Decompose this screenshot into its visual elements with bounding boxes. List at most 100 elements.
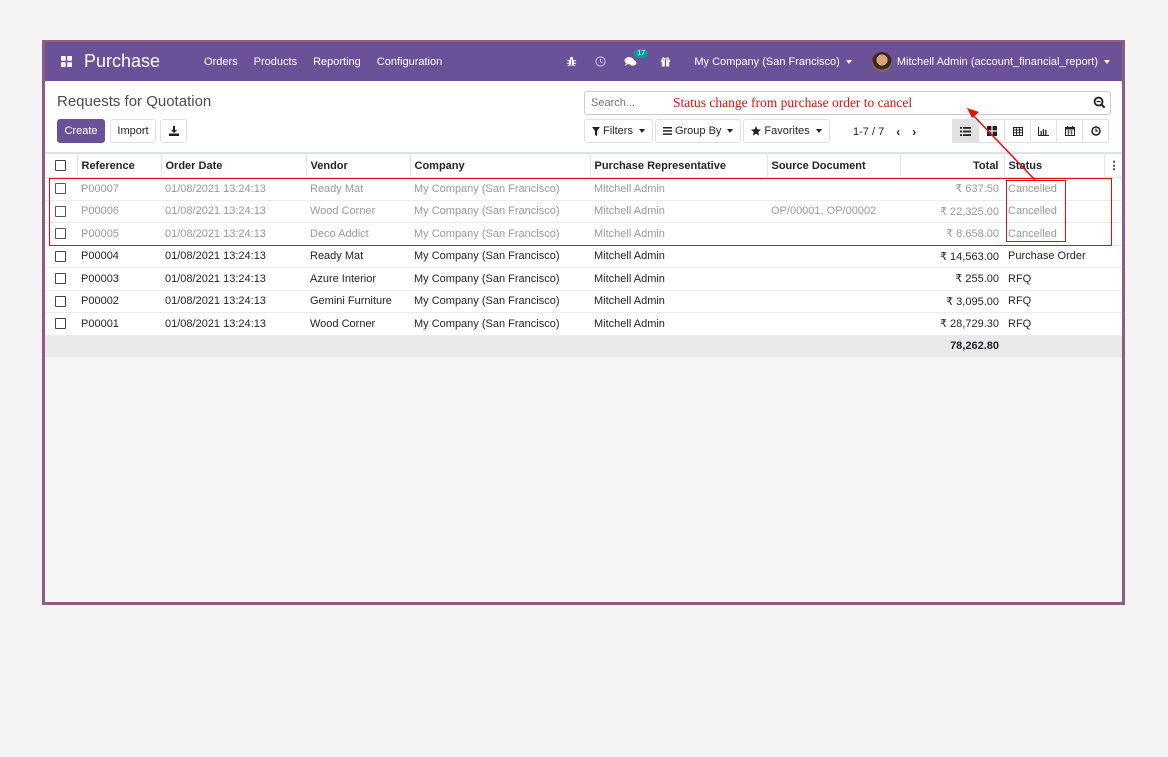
row-checkbox[interactable]	[55, 183, 66, 195]
row-checkbox[interactable]	[55, 295, 66, 307]
export-button[interactable]	[160, 119, 187, 143]
menu-orders[interactable]: Orders	[204, 56, 238, 68]
list-icon	[960, 126, 971, 136]
cell-status: RFQ	[1004, 267, 1104, 291]
footer-spacer	[1004, 335, 1122, 357]
table-row[interactable]: P00001 01/08/2021 13:24:13 Wood Corner My C…	[45, 312, 1122, 336]
cell-company: My Company (San Francisco)	[410, 222, 590, 246]
cell-status: RFQ	[1004, 312, 1104, 336]
group-by-dropdown[interactable]: Group By	[654, 119, 742, 143]
search-bar[interactable]: Status change from purchase order to can…	[584, 91, 1111, 115]
favorites-dropdown[interactable]: Favorites	[743, 119, 830, 143]
table-row[interactable]: P00003 01/08/2021 13:24:13 Azure Interior M…	[45, 267, 1122, 291]
table-icon	[1012, 126, 1023, 136]
row-checkbox-cell	[45, 222, 77, 246]
row-checkbox[interactable]	[55, 318, 66, 330]
cell-representative: Mitchell Admin	[590, 312, 767, 336]
list-view-button[interactable]	[952, 119, 979, 143]
create-button[interactable]: Create	[57, 119, 105, 143]
pivot-view-button[interactable]	[1004, 119, 1031, 143]
graph-view-button[interactable]	[1030, 119, 1057, 143]
star-icon	[751, 126, 762, 136]
cell-reference: P00003	[77, 267, 161, 291]
top-navbar: Purchase Orders Products Reporting Confi…	[45, 42, 1122, 81]
cell-reference: P00001	[77, 312, 161, 336]
pager-value[interactable]: 1-7 / 7	[853, 126, 884, 138]
calendar-view-button[interactable]	[1056, 119, 1083, 143]
column-settings[interactable]: ⋮	[1104, 153, 1122, 178]
page-title: Requests for Quotation	[57, 93, 212, 110]
column-reference[interactable]: Reference	[77, 153, 162, 178]
column-total[interactable]: Total	[900, 153, 1005, 178]
column-source-document[interactable]: Source Document	[767, 153, 901, 178]
cell-source-document	[767, 290, 900, 313]
search-input[interactable]	[585, 97, 665, 109]
search-options: Filters Group By Favorites	[584, 119, 832, 143]
row-checkbox[interactable]	[55, 205, 66, 217]
chevron-left-icon[interactable]: ‹	[896, 125, 900, 139]
cell-representative: Mitchell Admin	[590, 177, 767, 201]
column-order-date[interactable]: Order Date	[161, 153, 307, 178]
table-row[interactable]: P00005 01/08/2021 13:24:13 Deco Addict My C…	[45, 222, 1122, 246]
company-switcher[interactable]: My Company (San Francisco)	[694, 56, 852, 68]
cell-status: Cancelled	[1004, 222, 1104, 246]
cell-empty	[1104, 245, 1122, 268]
menu-configuration[interactable]: Configuration	[377, 56, 442, 68]
select-all-cell	[45, 153, 78, 178]
cell-empty	[1104, 290, 1122, 313]
row-checkbox[interactable]	[55, 250, 66, 262]
app-window: Purchase Orders Products Reporting Confi…	[42, 40, 1125, 605]
cell-source-document	[767, 312, 900, 336]
row-checkbox[interactable]	[55, 228, 66, 240]
column-purchase-representative[interactable]: Purchase Representative	[590, 153, 768, 178]
chevron-down-icon	[727, 129, 734, 133]
cell-reference: P00004	[77, 245, 161, 268]
cell-total: ₹ 3,095.00	[900, 290, 1004, 313]
menu-reporting[interactable]: Reporting	[313, 56, 361, 68]
gift-icon[interactable]	[660, 56, 671, 67]
download-icon	[168, 126, 179, 136]
filters-dropdown[interactable]: Filters	[584, 119, 653, 143]
cell-order-date: 01/08/2021 13:24:13	[161, 245, 306, 268]
favorites-label: Favorites	[764, 125, 810, 137]
clock-icon[interactable]	[595, 56, 606, 67]
table-row[interactable]: P00004 01/08/2021 13:24:13 Ready Mat My Com…	[45, 245, 1122, 268]
cell-reference: P00005	[77, 222, 161, 246]
kanban-icon	[986, 126, 997, 136]
import-button[interactable]: Import	[110, 119, 156, 143]
cell-order-date: 01/08/2021 13:24:13	[161, 312, 306, 336]
row-checkbox[interactable]	[55, 273, 66, 285]
app-title[interactable]: Purchase	[84, 51, 160, 72]
search-icon[interactable]	[1093, 96, 1106, 112]
kanban-view-button[interactable]	[978, 119, 1005, 143]
annotation-text: Status change from purchase order to can…	[673, 95, 913, 110]
bar-chart-icon	[1038, 126, 1049, 136]
cell-representative: Mitchell Admin	[590, 245, 767, 268]
user-menu[interactable]: Mitchell Admin (account_financial_report…	[871, 51, 1110, 72]
row-checkbox-cell	[45, 267, 77, 291]
cell-vendor: Wood Corner	[306, 200, 410, 223]
cell-status: Cancelled	[1004, 177, 1104, 201]
activity-view-button[interactable]	[1082, 119, 1109, 143]
column-company[interactable]: Company	[410, 153, 591, 178]
table-row[interactable]: P00007 01/08/2021 13:24:13 Ready Mat My Com…	[45, 177, 1122, 201]
menu-products[interactable]: Products	[254, 56, 297, 68]
chat-icon[interactable]: 17	[624, 49, 649, 67]
apps-grid-icon[interactable]	[51, 56, 81, 67]
table-row[interactable]: P00002 01/08/2021 13:24:13 Gemini Furnitur…	[45, 290, 1122, 313]
select-all-checkbox[interactable]	[55, 160, 66, 172]
column-status[interactable]: Status	[1004, 153, 1105, 178]
chevron-down-icon	[638, 129, 645, 133]
bug-icon[interactable]	[566, 56, 577, 67]
sum-total: 78,262.80	[900, 335, 1004, 357]
navbar-systray: 17 My Company (San Francisco) Mitchell A…	[557, 42, 1122, 81]
cell-company: My Company (San Francisco)	[410, 177, 590, 201]
cell-representative: Mitchell Admin	[590, 222, 767, 246]
cell-total: ₹ 14,563.00	[900, 245, 1004, 268]
cell-reference: P00006	[77, 200, 161, 223]
table-row[interactable]: P00006 01/08/2021 13:24:13 Wood Corner My C…	[45, 200, 1122, 223]
chevron-right-icon[interactable]: ›	[912, 125, 916, 139]
column-vendor[interactable]: Vendor	[306, 153, 411, 178]
control-panel: Requests for Quotation Create Import Sta…	[45, 81, 1122, 153]
row-checkbox-cell	[45, 177, 77, 201]
